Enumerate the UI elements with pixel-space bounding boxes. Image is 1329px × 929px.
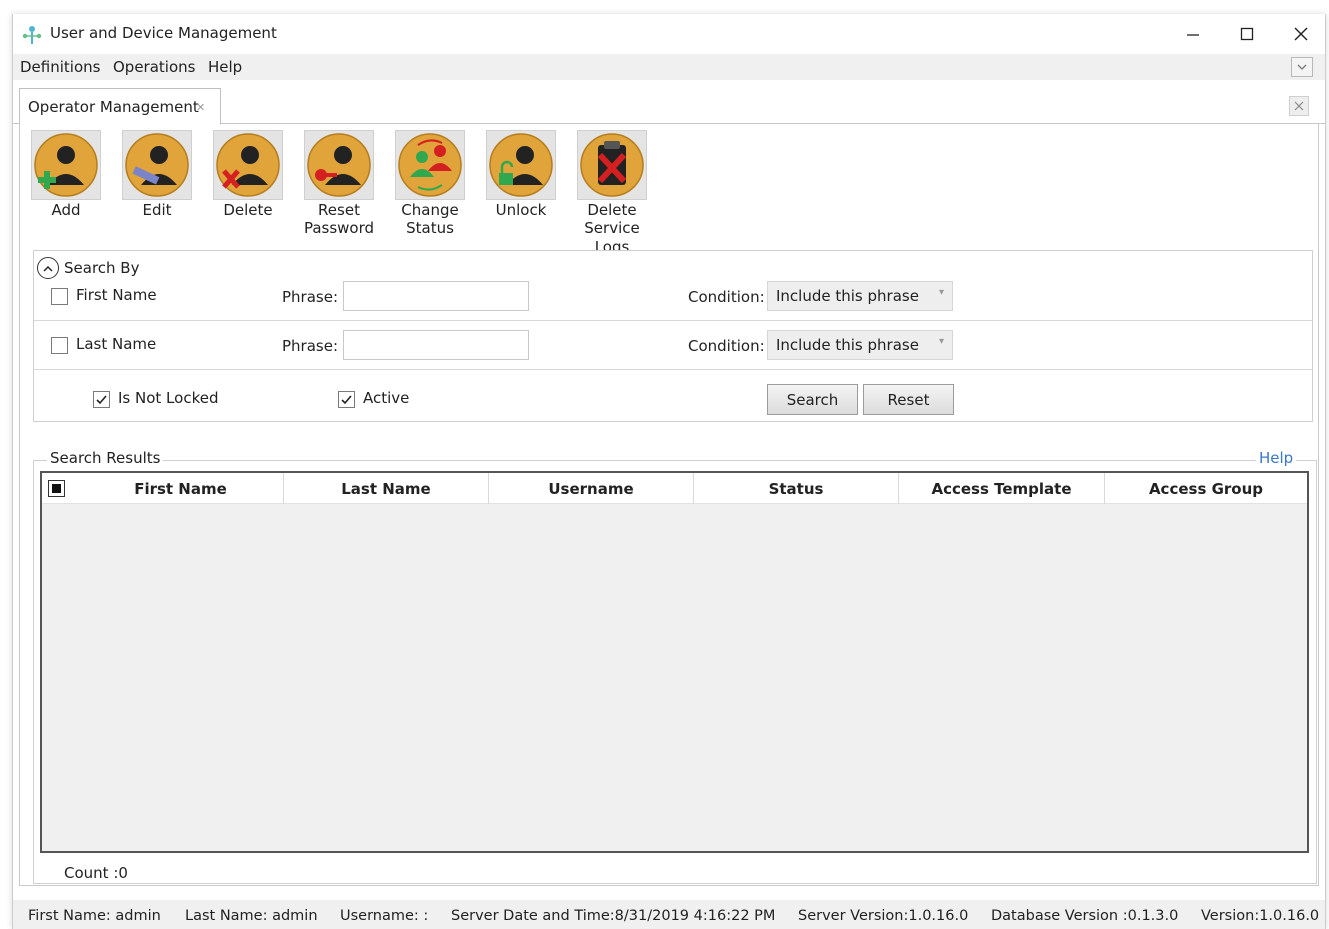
chevron-down-icon: ▾	[938, 336, 944, 347]
search-panel: Search By First Name Phrase: Condition: …	[33, 250, 1313, 422]
status-bar: First Name: admin Last Name: admin Usern…	[13, 900, 1325, 929]
divider	[34, 369, 1312, 370]
tab-operator-management[interactable]: Operator Management ✕	[19, 88, 221, 125]
add-operator-icon	[34, 133, 98, 197]
reset-password-label-1: Reset	[318, 201, 360, 219]
close-icon	[1294, 101, 1304, 111]
menu-definitions[interactable]: Definitions	[20, 58, 100, 76]
first-name-phrase-label: Phrase:	[282, 288, 339, 306]
collapse-circle-icon[interactable]	[37, 257, 59, 279]
column-status[interactable]: Status	[694, 473, 899, 504]
search-results-title: Search Results	[47, 449, 164, 467]
menu-help[interactable]: Help	[208, 58, 242, 76]
status-last-name: Last Name: admin	[185, 908, 318, 924]
close-icon	[1294, 27, 1308, 41]
tab-strip: Operator Management ✕	[13, 82, 1325, 125]
active-label: Active	[363, 389, 410, 407]
maximize-button[interactable]	[1225, 20, 1269, 48]
app-window: User and Device Management Definitions O…	[12, 14, 1326, 929]
delete-button[interactable]: Delete	[203, 130, 293, 220]
title-bar: User and Device Management	[13, 14, 1325, 54]
table-header: First Name Last Name Username Status Acc…	[42, 473, 1307, 504]
status-server-time: Server Date and Time:8/31/2019 4:16:22 P…	[451, 908, 776, 924]
menu-bar: Definitions Operations Help	[13, 54, 1325, 80]
search-by-title: Search By	[64, 259, 140, 277]
is-not-locked-label: Is Not Locked	[118, 389, 219, 407]
last-name-checkbox[interactable]	[51, 337, 68, 354]
checkmark-icon	[96, 395, 107, 405]
view-close-button[interactable]	[1289, 96, 1309, 116]
edit-label: Edit	[142, 201, 172, 219]
is-not-locked-checkbox[interactable]	[93, 391, 110, 408]
checkmark-icon	[341, 395, 352, 405]
reset-password-button[interactable]: Reset Password	[294, 130, 384, 238]
status-username: Username: :	[340, 908, 429, 924]
first-name-phrase-input[interactable]	[343, 281, 529, 311]
last-name-phrase-input[interactable]	[343, 330, 529, 360]
last-name-condition-value: Include this phrase	[776, 336, 919, 354]
unlock-button[interactable]: Unlock	[476, 130, 566, 220]
chevron-down-icon	[1297, 64, 1307, 70]
maximize-icon	[1240, 27, 1254, 41]
reset-button[interactable]: Reset	[863, 384, 954, 415]
tab-label: Operator Management	[28, 98, 199, 116]
reset-password-icon	[307, 133, 371, 197]
column-access-template[interactable]: Access Template	[899, 473, 1105, 504]
delete-label: Delete	[223, 201, 273, 219]
delete-operator-icon	[216, 133, 280, 197]
chevron-down-icon: ▾	[938, 287, 944, 298]
last-name-phrase-label: Phrase:	[282, 337, 339, 355]
results-table[interactable]: First Name Last Name Username Status Acc…	[40, 471, 1309, 853]
edit-operator-icon	[125, 133, 189, 197]
last-name-condition-label: Condition:	[688, 337, 765, 355]
result-count: Count :0	[64, 864, 128, 882]
search-button[interactable]: Search	[767, 384, 858, 415]
change-status-label-1: Change	[401, 201, 459, 219]
delete-service-logs-icon	[580, 133, 644, 197]
chevron-up-icon	[43, 265, 53, 272]
app-logo-icon	[22, 26, 42, 44]
add-button[interactable]: Add	[21, 130, 111, 220]
window-title: User and Device Management	[50, 24, 277, 42]
change-status-label-2: Status	[406, 219, 454, 237]
first-name-condition-select[interactable]: Include this phrase ▾	[767, 281, 953, 311]
delete-service-logs-label-1: Delete	[587, 201, 637, 219]
minimize-icon	[1187, 34, 1199, 36]
menu-operations[interactable]: Operations	[113, 58, 195, 76]
search-by-header[interactable]: Search By	[37, 257, 139, 279]
reset-password-label-2: Password	[303, 219, 375, 237]
column-access-group[interactable]: Access Group	[1105, 473, 1307, 504]
menu-collapse-button[interactable]	[1291, 57, 1313, 77]
delete-service-logs-button[interactable]: Delete Service Logs	[567, 130, 657, 257]
change-status-button[interactable]: Change Status	[385, 130, 475, 238]
select-all-checkbox[interactable]	[48, 480, 65, 497]
active-checkbox[interactable]	[338, 391, 355, 408]
divider	[34, 320, 1312, 321]
add-label: Add	[51, 201, 81, 219]
status-database-version: Database Version :0.1.3.0	[991, 908, 1179, 924]
last-name-label: Last Name	[76, 335, 157, 353]
first-name-condition-label: Condition:	[688, 288, 765, 306]
change-status-icon	[398, 133, 462, 197]
close-icon[interactable]: ✕	[196, 101, 205, 114]
status-server-version: Server Version:1.0.16.0	[798, 908, 969, 924]
close-window-button[interactable]	[1279, 20, 1323, 48]
help-link[interactable]: Help	[1256, 449, 1297, 467]
first-name-label: First Name	[76, 286, 157, 304]
minimize-button[interactable]	[1171, 20, 1215, 48]
unlock-icon	[489, 133, 553, 197]
last-name-condition-select[interactable]: Include this phrase ▾	[767, 330, 953, 360]
column-username[interactable]: Username	[489, 473, 694, 504]
operator-management-view: Add Edit Delete Reset Password Change St…	[19, 124, 1319, 886]
column-last-name[interactable]: Last Name	[284, 473, 489, 504]
status-version: Version:1.0.16.0	[1201, 908, 1320, 924]
first-name-condition-value: Include this phrase	[776, 287, 919, 305]
edit-button[interactable]: Edit	[112, 130, 202, 220]
column-first-name[interactable]: First Name	[78, 473, 284, 504]
unlock-label: Unlock	[495, 201, 547, 219]
status-first-name: First Name: admin	[28, 908, 161, 924]
first-name-checkbox[interactable]	[51, 288, 68, 305]
